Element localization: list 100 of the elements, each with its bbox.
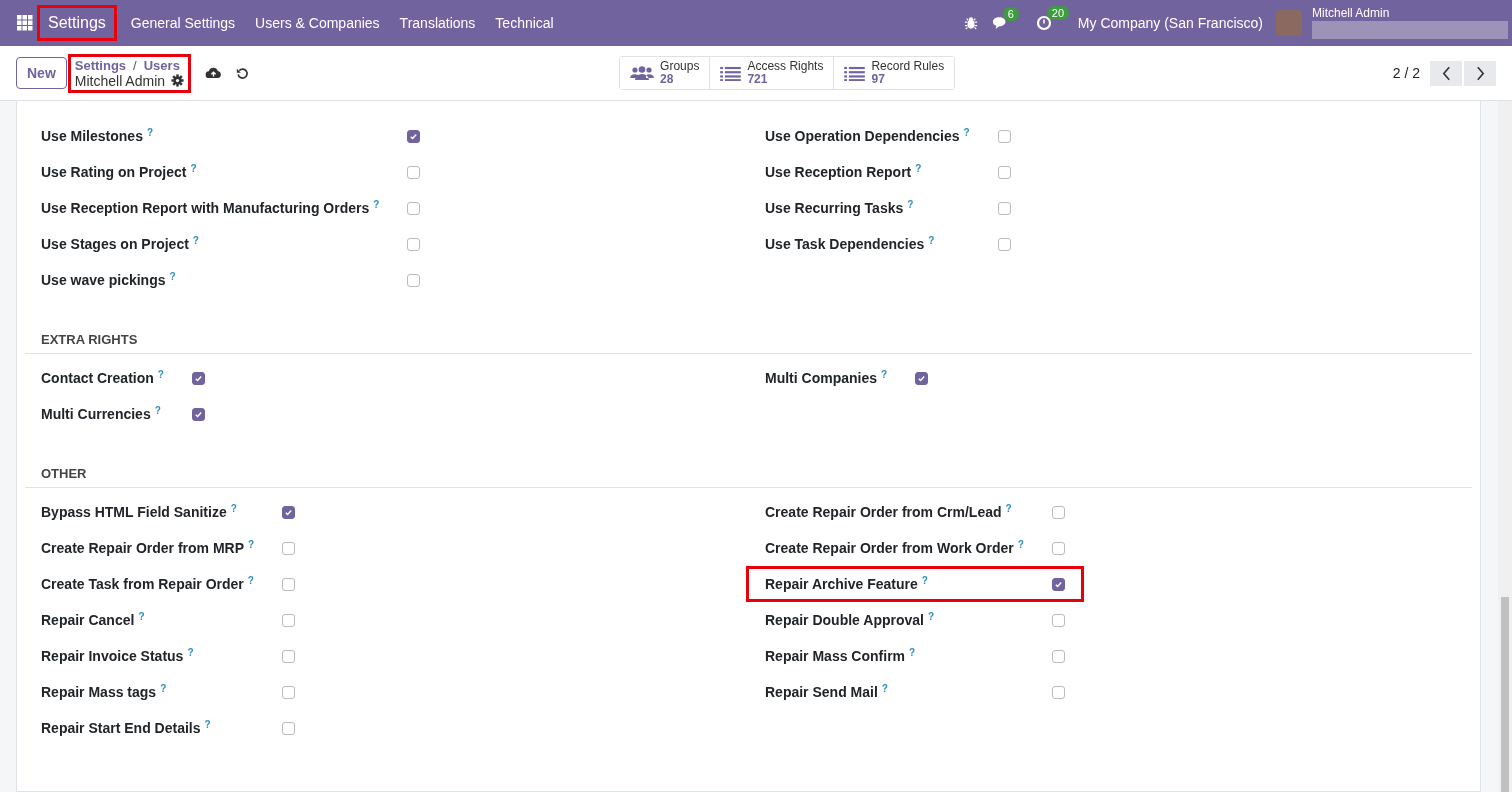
help-tooltip-mark[interactable]: ?: [146, 126, 154, 138]
checkbox[interactable]: [407, 201, 421, 215]
clock-icon[interactable]: [1035, 15, 1052, 31]
setting-label: Create Task from Repair Order: [41, 576, 244, 592]
checkbox[interactable]: [1051, 505, 1065, 519]
checkbox[interactable]: [282, 649, 296, 663]
help-tooltip-mark[interactable]: ?: [192, 234, 199, 246]
setting-label: Repair Invoice Status: [41, 648, 184, 664]
checkbox[interactable]: [282, 541, 296, 555]
help-tooltip-mark[interactable]: ?: [928, 234, 935, 246]
menu-item[interactable]: Users & Companies: [245, 15, 390, 31]
help-tooltip-mark[interactable]: ?: [1017, 538, 1024, 550]
checkbox[interactable]: [282, 613, 296, 627]
record-name: Mitchell Admin: [74, 72, 166, 89]
setting-label: Use Milestones: [41, 128, 143, 144]
breadcrumb-link[interactable]: Users: [143, 57, 180, 73]
app-title[interactable]: Settings: [37, 5, 117, 41]
help-tooltip-mark[interactable]: ?: [160, 682, 167, 694]
setting-label: Multi Currencies: [41, 406, 151, 422]
breadcrumb-separator: /: [133, 57, 137, 73]
checkbox[interactable]: [997, 165, 1011, 179]
help-tooltip-mark[interactable]: ?: [915, 162, 922, 174]
user-name[interactable]: Mitchell Admin: [1312, 0, 1512, 20]
checkbox[interactable]: [282, 577, 296, 591]
help-tooltip-mark[interactable]: ?: [230, 502, 237, 514]
setting-label: Use Stages on Project: [41, 236, 189, 252]
checkbox[interactable]: [407, 237, 421, 251]
help-tooltip-mark[interactable]: ?: [248, 538, 255, 550]
apps-menu-icon[interactable]: [17, 15, 33, 31]
help-tooltip-mark[interactable]: ?: [247, 574, 254, 586]
checkbox[interactable]: [282, 685, 296, 699]
setting-label: Repair Send Mail: [765, 684, 878, 700]
stat-button[interactable]: Groups 28: [620, 57, 711, 89]
undo-icon[interactable]: [236, 66, 250, 80]
help-tooltip-mark[interactable]: ?: [921, 574, 928, 586]
new-button[interactable]: New: [16, 57, 67, 89]
checkbox[interactable]: [282, 721, 296, 735]
help-tooltip-mark[interactable]: ?: [157, 368, 164, 380]
setting-label: Use Rating on Project: [41, 164, 187, 180]
setting-label: Use Reception Report: [765, 164, 912, 180]
help-tooltip-mark[interactable]: ?: [204, 718, 211, 730]
help-tooltip-mark[interactable]: ?: [909, 646, 916, 658]
checkbox[interactable]: [282, 505, 296, 519]
checkbox[interactable]: [1051, 649, 1065, 663]
checkbox[interactable]: [1051, 613, 1065, 627]
checkbox[interactable]: [1051, 685, 1065, 699]
help-tooltip-mark[interactable]: ?: [907, 198, 914, 210]
setting-label: Repair Double Approval: [765, 612, 924, 628]
checkbox[interactable]: [915, 371, 929, 385]
checkbox[interactable]: [997, 201, 1011, 215]
help-tooltip-mark[interactable]: ?: [169, 270, 176, 282]
checkbox[interactable]: [1051, 577, 1065, 591]
setting-label: Use Operation Dependencies: [765, 128, 960, 144]
setting-label: Repair Archive Feature: [765, 576, 918, 592]
checkbox[interactable]: [997, 237, 1011, 251]
chevron-right-icon: [1475, 65, 1485, 81]
section-title: OTHER: [25, 466, 1472, 488]
help-tooltip-mark[interactable]: ?: [963, 126, 970, 138]
users-icon: [630, 65, 655, 81]
menu-item[interactable]: General Settings: [120, 15, 246, 31]
bug-icon[interactable]: [963, 16, 978, 30]
setting-label: Use Recurring Tasks: [765, 200, 904, 216]
scrollbar[interactable]: [1498, 101, 1512, 792]
help-tooltip-mark[interactable]: ?: [881, 368, 888, 380]
setting-label: Repair Cancel: [41, 612, 135, 628]
checkbox[interactable]: [997, 129, 1011, 143]
checkmark-icon: [193, 373, 203, 383]
breadcrumb-link[interactable]: Settings: [74, 57, 127, 73]
setting-label: Create Repair Order from Work Order: [765, 540, 1014, 556]
checkbox[interactable]: [407, 273, 421, 287]
checkbox[interactable]: [191, 407, 205, 421]
checkbox[interactable]: [191, 371, 205, 385]
checkbox[interactable]: [407, 165, 421, 179]
help-tooltip-mark[interactable]: ?: [881, 682, 888, 694]
gear-icon[interactable]: [171, 74, 185, 87]
checkbox[interactable]: [1051, 541, 1065, 555]
cloud-upload-icon[interactable]: [205, 67, 223, 79]
setting-label: Create Repair Order from MRP: [41, 540, 245, 556]
company-switcher[interactable]: My Company (San Francisco): [1077, 15, 1263, 31]
checkmark-icon: [409, 131, 419, 141]
help-tooltip-mark[interactable]: ?: [154, 404, 161, 416]
menu-item[interactable]: Translations: [389, 15, 486, 31]
help-tooltip-mark[interactable]: ?: [138, 610, 145, 622]
chevron-left-icon: [1441, 65, 1451, 81]
next-button[interactable]: [1464, 60, 1496, 86]
help-tooltip-mark[interactable]: ?: [373, 198, 380, 210]
help-tooltip-mark[interactable]: ?: [1005, 502, 1012, 514]
menu-item[interactable]: Technical: [485, 15, 564, 31]
checkbox[interactable]: [407, 129, 421, 143]
list-icon: [720, 65, 742, 81]
section-title: EXTRA RIGHTS: [25, 332, 1472, 354]
help-tooltip-mark[interactable]: ?: [927, 610, 935, 622]
help-tooltip-mark[interactable]: ?: [190, 162, 197, 174]
help-tooltip-mark[interactable]: ?: [187, 646, 194, 658]
previous-button[interactable]: [1430, 60, 1462, 86]
checkmark-icon: [284, 507, 294, 517]
setting-label: Contact Creation: [41, 370, 154, 386]
setting-label: Use Reception Report with Manufacturing Orders: [41, 200, 370, 216]
message-count-badge: 6: [1002, 6, 1019, 21]
avatar-icon[interactable]: [1276, 10, 1302, 36]
